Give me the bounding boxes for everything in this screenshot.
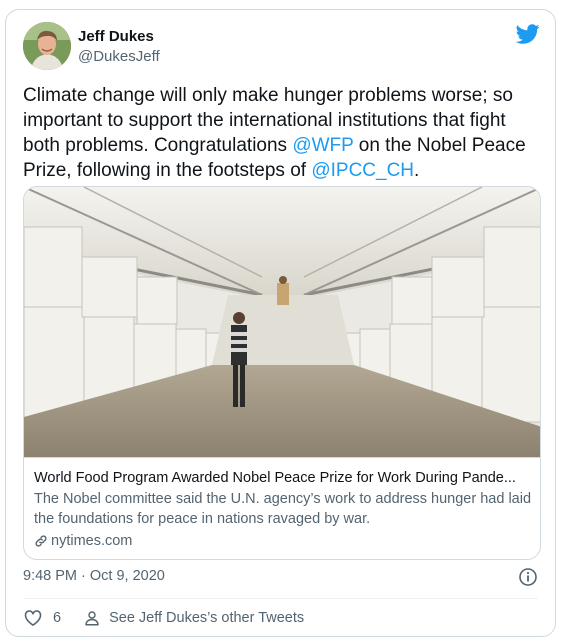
tweet-actions: 6 See Jeff Dukes’s other Tweets [23, 608, 304, 628]
link-description: The Nobel committee said the U.N. agency… [34, 491, 532, 527]
profile-link-label: See Jeff Dukes’s other Tweets [109, 610, 305, 626]
link-icon [35, 535, 47, 547]
info-icon[interactable] [518, 567, 538, 587]
link-preview-meta[interactable]: World Food Program Awarded Nobel Peace P… [24, 457, 540, 559]
tweet-timestamp[interactable]: 9:48 PM · Oct 9, 2020 [23, 568, 165, 584]
divider [23, 598, 538, 599]
like-count: 6 [53, 610, 62, 626]
heart-icon [24, 610, 42, 626]
person-icon [85, 611, 99, 626]
avatar-photo [23, 22, 71, 70]
twitter-bird-icon[interactable] [515, 22, 540, 46]
link-preview-card[interactable]: World Food Program Awarded Nobel Peace P… [23, 186, 541, 560]
embedded-tweet-card: Jeff Dukes @DukesJeff Climate change wil… [5, 9, 556, 637]
mention-link[interactable]: @WFP [292, 135, 353, 156]
article-image [24, 187, 540, 457]
link-title[interactable]: World Food Program Awarded Nobel Peace P… [34, 468, 532, 488]
like-button[interactable]: 6 [23, 608, 61, 628]
link-domain-row[interactable]: nytimes.com [34, 531, 532, 551]
author-handle[interactable]: @DukesJeff [78, 48, 160, 65]
author-avatar[interactable] [23, 22, 71, 70]
author-name[interactable]: Jeff Dukes [78, 28, 154, 45]
tweet-text: Climate change will only make hunger pro… [23, 83, 543, 183]
mention-link[interactable]: @IPCC_CH [311, 160, 414, 181]
tweet-text-segment: . [414, 160, 420, 181]
link-domain: nytimes.com [51, 533, 133, 549]
profile-link-button[interactable]: See Jeff Dukes’s other Tweets [83, 609, 304, 627]
